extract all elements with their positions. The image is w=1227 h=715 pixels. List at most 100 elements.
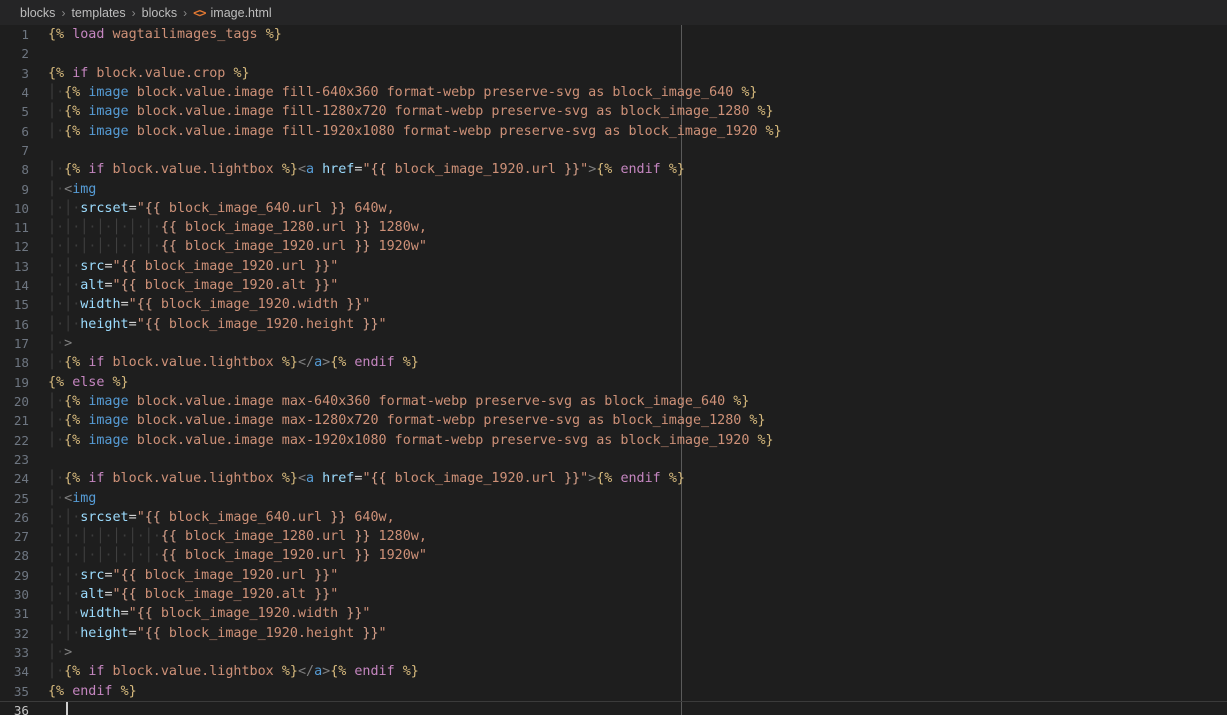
code-line-19[interactable]: 19 {% else %} [0,373,1227,392]
code-line-1[interactable]: 1 {% load wagtailimages_tags %} [0,25,1227,44]
code-line-24[interactable]: 24 │·{% if block.value.lightbox %}<a href… [0,469,1227,488]
token-tag-delim: {% [64,471,81,487]
code-text-12[interactable]: │·│·│·│·│·│·│·{{ block_image_1920.url }}… [48,237,1227,256]
code-text-17[interactable]: │·> [48,334,1227,353]
code-line-36[interactable]: 36 [0,700,1227,715]
code-text-28[interactable]: │·│·│·│·│·│·│·{{ block_image_1920.url }}… [48,546,1227,565]
indent-guide: │ [64,529,73,545]
code-text-29[interactable]: │·│·src="{{ block_image_1920.url }}" [48,566,1227,585]
token-arg: block_image_1920.height [160,625,363,641]
code-text-4[interactable]: │·{% image block.value.image fill-640x36… [48,83,1227,102]
code-line-5[interactable]: 5 │·{% image block.value.image fill-1280x… [0,102,1227,121]
code-line-35[interactable]: 35 {% endif %} [0,682,1227,701]
code-text-22[interactable]: │·{% image block.value.image max-1920x10… [48,431,1227,450]
code-text-5[interactable]: │·{% image block.value.image fill-1280x7… [48,102,1227,121]
code-text-10[interactable]: │·│·srcset="{{ block_image_640.url }} 64… [48,199,1227,218]
indent-guide: │ [48,239,57,255]
code-text-14[interactable]: │·│·alt="{{ block_image_1920.alt }}" [48,276,1227,295]
code-text-24[interactable]: │·{% if block.value.lightbox %}<a href="… [48,469,1227,488]
token-kw: if [72,65,89,81]
code-line-26[interactable]: 26 │·│·srcset="{{ block_image_640.url }} … [0,508,1227,527]
code-text-3[interactable]: {% if block.value.crop %} [48,64,1227,83]
code-line-33[interactable]: 33 │·> [0,643,1227,662]
code-line-23[interactable]: 23 [0,450,1227,469]
breadcrumb[interactable]: blocks › templates › blocks › <> image.html [0,0,1227,25]
token-tag-delim: {% [596,471,613,487]
code-line-32[interactable]: 32 │·│·height="{{ block_image_1920.height… [0,624,1227,643]
code-line-28[interactable]: 28 │·│·│·│·│·│·│·{{ block_image_1920.url … [0,546,1227,565]
token-attr: href [322,162,355,178]
code-text-27[interactable]: │·│·│·│·│·│·│·{{ block_image_1280.url }}… [48,527,1227,546]
code-text-8[interactable]: │·{% if block.value.lightbox %}<a href="… [48,160,1227,179]
code-line-4[interactable]: 4 │·{% image block.value.image fill-640x3… [0,83,1227,102]
code-line-12[interactable]: 12 │·│·│·│·│·│·│·{{ block_image_1920.url … [0,237,1227,256]
code-text-1[interactable]: {% load wagtailimages_tags %} [48,25,1227,44]
breadcrumb-item-blocks-0[interactable]: blocks [20,6,55,20]
indent-guide: │ [128,239,137,255]
token-var-delim: }} [314,278,331,294]
code-editor[interactable]: 1 {% load wagtailimages_tags %} 2 3 {% if bl… [0,25,1227,715]
code-text-16[interactable]: │·│·height="{{ block_image_1920.height }… [48,315,1227,334]
code-text-33[interactable]: │·> [48,643,1227,662]
code-line-29[interactable]: 29 │·│·src="{{ block_image_1920.url }}" [0,566,1227,585]
code-text-25[interactable]: │·<img [48,489,1227,508]
code-line-11[interactable]: 11 │·│·│·│·│·│·│·{{ block_image_1280.url … [0,218,1227,237]
code-text-13[interactable]: │·│·src="{{ block_image_1920.url }}" [48,257,1227,276]
token-arg: block_image_1920.url [136,567,315,583]
code-line-8[interactable]: 8 │·{% if block.value.lightbox %}<a href=… [0,160,1227,179]
whitespace-dots: · [56,278,65,294]
code-text-9[interactable]: │·<img [48,180,1227,199]
code-line-2[interactable]: 2 [0,44,1227,63]
code-text-15[interactable]: │·│·width="{{ block_image_1920.width }}" [48,295,1227,314]
token-quote: " [362,471,371,487]
breadcrumb-item-templates-1[interactable]: templates [71,6,125,20]
code-line-3[interactable]: 3 {% if block.value.crop %} [0,64,1227,83]
token-attr: src [80,258,105,274]
whitespace-dots: · [136,548,145,564]
code-text-21[interactable]: │·{% image block.value.image max-1280x72… [48,411,1227,430]
token-arg: block.value.image max-1920x1080 format-w… [136,432,750,448]
code-line-34[interactable]: 34 │·{% if block.value.lightbox %}</a>{% … [0,662,1227,681]
code-lines-container[interactable]: 1 {% load wagtailimages_tags %} 2 3 {% if bl… [0,25,1227,715]
code-line-27[interactable]: 27 │·│·│·│·│·│·│·{{ block_image_1280.url … [0,527,1227,546]
code-line-17[interactable]: 17 │·> [0,334,1227,353]
code-line-25[interactable]: 25 │·<img [0,489,1227,508]
token-tag-delim: %} [765,123,782,139]
code-line-14[interactable]: 14 │·│·alt="{{ block_image_1920.alt }}" [0,276,1227,295]
code-text-19[interactable]: {% else %} [48,373,1227,392]
breadcrumb-item-blocks-2[interactable]: blocks [142,6,177,20]
code-text-30[interactable]: │·│·alt="{{ block_image_1920.alt }}" [48,585,1227,604]
code-line-30[interactable]: 30 │·│·alt="{{ block_image_1920.alt }}" [0,585,1227,604]
code-text-20[interactable]: │·{% image block.value.image max-640x360… [48,392,1227,411]
whitespace-dots: · [56,297,65,313]
code-line-22[interactable]: 22 │·{% image block.value.image max-1920x… [0,431,1227,450]
line-number-19: 19 [13,374,29,390]
code-line-21[interactable]: 21 │·{% image block.value.image max-1280x… [0,411,1227,430]
code-line-16[interactable]: 16 │·│·height="{{ block_image_1920.height… [0,315,1227,334]
code-text-6[interactable]: │·{% image block.value.image fill-1920x1… [48,122,1227,141]
breadcrumb-file-name[interactable]: image.html [211,6,272,20]
token-arg: block_image_1920.alt [136,587,315,603]
code-text-18[interactable]: │·{% if block.value.lightbox %}</a>{% en… [48,353,1227,372]
code-line-15[interactable]: 15 │·│·width="{{ block_image_1920.width }… [0,295,1227,314]
code-text-31[interactable]: │·│·width="{{ block_image_1920.width }}" [48,604,1227,623]
code-line-18[interactable]: 18 │·{% if block.value.lightbox %}</a>{% … [0,353,1227,372]
code-line-7[interactable]: 7 [0,141,1227,160]
code-text-34[interactable]: │·{% if block.value.lightbox %}</a>{% en… [48,662,1227,681]
token-var-delim: }} [314,258,331,274]
code-line-6[interactable]: 6 │·{% image block.value.image fill-1920x… [0,122,1227,141]
code-text-32[interactable]: │·│·height="{{ block_image_1920.height }… [48,624,1227,643]
code-line-20[interactable]: 20 │·{% image block.value.image max-640x3… [0,392,1227,411]
code-text-26[interactable]: │·│·srcset="{{ block_image_640.url }} 64… [48,508,1227,527]
code-line-31[interactable]: 31 │·│·width="{{ block_image_1920.width }… [0,604,1227,623]
indent-guide: │ [112,548,121,564]
code-line-13[interactable]: 13 │·│·src="{{ block_image_1920.url }}" [0,257,1227,276]
code-text-35[interactable]: {% endif %} [48,682,1227,701]
token-var-delim: {{ [136,297,153,313]
code-text-11[interactable]: │·│·│·│·│·│·│·{{ block_image_1280.url }}… [48,218,1227,237]
code-line-10[interactable]: 10 │·│·srcset="{{ block_image_640.url }} … [0,199,1227,218]
code-line-9[interactable]: 9 │·<img [0,180,1227,199]
indent-guide: │ [48,529,57,545]
